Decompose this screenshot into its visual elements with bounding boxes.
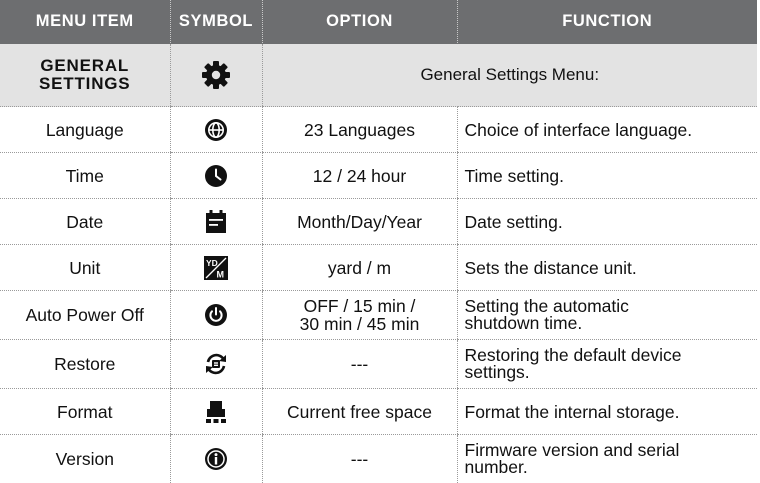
function-line2: shutdown time.	[465, 313, 583, 333]
header-menu-item: MENU ITEM	[0, 0, 170, 44]
function-cell: Firmware version and serial number.	[457, 435, 757, 483]
table-row-language: Language 23 Languages Choice of interfac…	[0, 107, 757, 153]
section-title: GENERAL SETTINGS	[0, 44, 170, 107]
table-row-unit: Unit YD M yard / m Sets the distance uni…	[0, 245, 757, 291]
restore-icon	[203, 351, 229, 377]
option-cell: 23 Languages	[262, 107, 457, 153]
menu-item-name: Unit	[0, 245, 170, 291]
menu-item-name: Language	[0, 107, 170, 153]
option-cell: Current free space	[262, 389, 457, 435]
function-cell: Sets the distance unit.	[457, 245, 757, 291]
table-row-time: Time 12 / 24 hour Time setting.	[0, 153, 757, 199]
calendar-icon	[205, 210, 227, 234]
option-cell: 12 / 24 hour	[262, 153, 457, 199]
menu-item-name: Version	[0, 435, 170, 483]
menu-item-name: Restore	[0, 340, 170, 389]
option-cell: yard / m	[262, 245, 457, 291]
function-cell: Date setting.	[457, 199, 757, 245]
power-icon	[204, 303, 228, 327]
menu-settings-table: MENU ITEM SYMBOL OPTION FUNCTION GENERAL…	[0, 0, 757, 483]
table-row-version: Version --- Firmware version and serial …	[0, 435, 757, 483]
table-row-date: Date Month/Day/Year Date setting.	[0, 199, 757, 245]
section-row-general-settings: GENERAL SETTINGS	[0, 44, 757, 107]
symbol-cell	[170, 340, 262, 389]
function-cell: Choice of interface language.	[457, 107, 757, 153]
section-description: General Settings Menu:	[262, 44, 757, 107]
meter-label: M	[217, 269, 225, 279]
option-cell: OFF / 15 min / 30 min / 45 min	[262, 291, 457, 340]
section-symbol-cell	[170, 44, 262, 107]
symbol-cell	[170, 389, 262, 435]
clock-icon	[204, 164, 228, 188]
header-option: OPTION	[262, 0, 457, 44]
function-cell: Restoring the default device settings.	[457, 340, 757, 389]
section-title-line1: GENERAL	[40, 56, 129, 75]
symbol-cell	[170, 199, 262, 245]
function-cell: Format the internal storage.	[457, 389, 757, 435]
table-row-restore: Restore --- Restoring the default	[0, 340, 757, 389]
header-function: FUNCTION	[457, 0, 757, 44]
gear-icon	[201, 60, 231, 90]
option-cell: ---	[262, 435, 457, 483]
yard-label: YD	[206, 258, 218, 268]
menu-item-name: Date	[0, 199, 170, 245]
section-title-line2: SETTINGS	[39, 74, 130, 93]
yard-meter-icon: YD M	[204, 256, 228, 280]
table-row-format: Format Current free space Format the int…	[0, 389, 757, 435]
symbol-cell	[170, 291, 262, 340]
globe-icon	[204, 118, 228, 142]
format-icon	[205, 400, 227, 424]
menu-item-name: Auto Power Off	[0, 291, 170, 340]
function-line2: number.	[465, 457, 528, 477]
symbol-cell	[170, 153, 262, 199]
header-symbol: SYMBOL	[170, 0, 262, 44]
option-line2: 30 min / 45 min	[300, 314, 420, 334]
symbol-cell	[170, 107, 262, 153]
header-row: MENU ITEM SYMBOL OPTION FUNCTION	[0, 0, 757, 44]
function-cell: Setting the automatic shutdown time.	[457, 291, 757, 340]
menu-item-name: Time	[0, 153, 170, 199]
function-line2: settings.	[465, 362, 530, 382]
info-icon	[204, 447, 228, 471]
option-cell: ---	[262, 340, 457, 389]
symbol-cell	[170, 435, 262, 483]
menu-item-name: Format	[0, 389, 170, 435]
table-row-auto-power-off: Auto Power Off OFF / 15 min / 30 min / 4…	[0, 291, 757, 340]
option-line1: OFF / 15 min /	[304, 296, 416, 316]
option-cell: Month/Day/Year	[262, 199, 457, 245]
function-cell: Time setting.	[457, 153, 757, 199]
symbol-cell: YD M	[170, 245, 262, 291]
